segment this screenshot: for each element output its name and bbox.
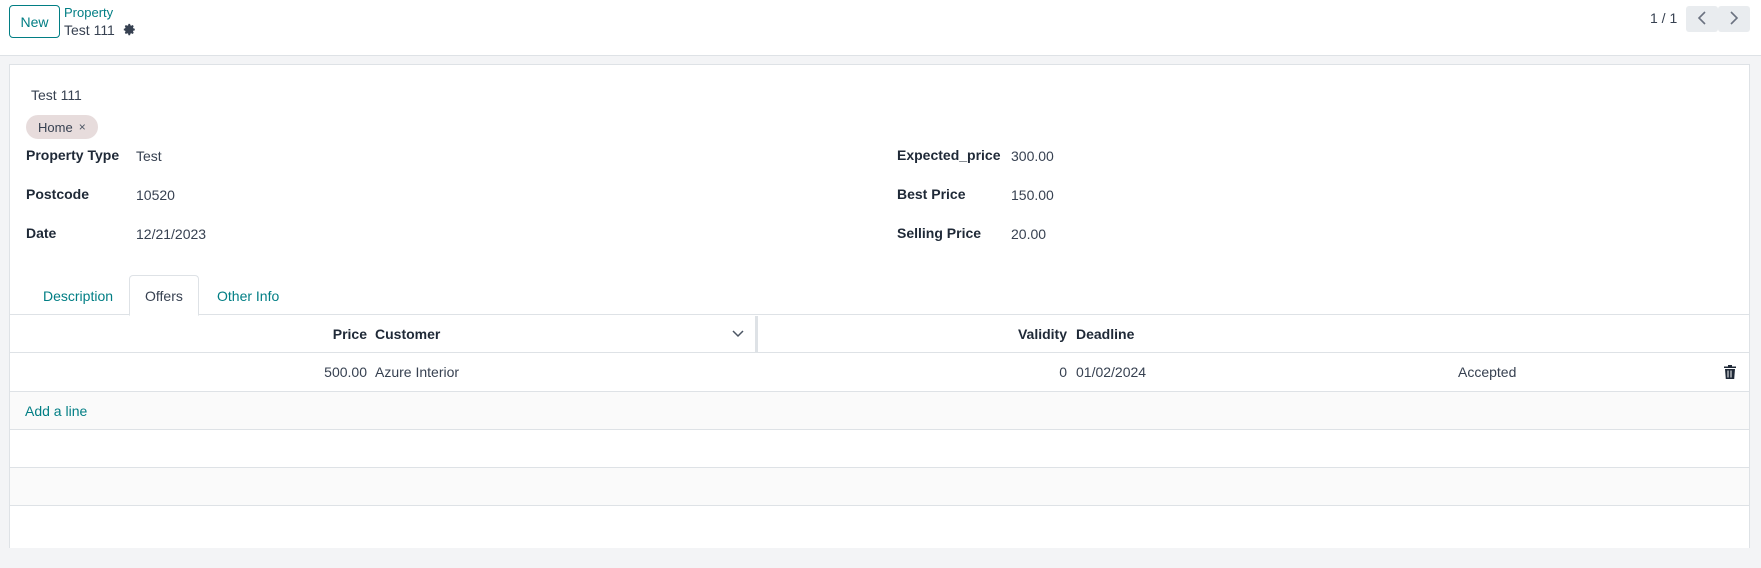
best-price-value[interactable]: 150.00 [1011,187,1054,203]
breadcrumb-current: Test 111 [64,22,137,38]
chevron-left-icon [1697,10,1707,28]
offer-customer: Azure Interior [375,364,460,380]
tab-offers[interactable]: Offers [129,275,199,316]
control-panel: New Property Test 111 1 / 1 [0,0,1761,56]
column-header-customer[interactable]: Customer [375,316,675,352]
trash-icon [1724,365,1738,379]
chevron-down-icon[interactable] [732,316,748,352]
offer-validity: 0 [1059,364,1067,380]
tab-description[interactable]: Description [28,275,128,316]
empty-row [10,468,1749,506]
tag-home[interactable]: Home × [26,115,98,139]
offer-price: 500.00 [324,364,367,380]
add-line-link[interactable]: Add a line [25,392,225,429]
record-name[interactable]: Test 111 [31,87,82,103]
empty-row [10,430,1749,468]
new-button[interactable]: New [9,5,60,38]
add-line-row: Add a line [10,392,1749,430]
property-type-value[interactable]: Test [136,148,162,164]
best-price-label: Best Price [897,186,966,202]
delete-row-button[interactable] [1724,353,1740,391]
column-header-price[interactable]: Price [10,316,367,352]
expected-price-label: Expected_price [897,147,1001,163]
expected-price-value[interactable]: 300.00 [1011,148,1054,164]
selling-price-label: Selling Price [897,225,982,241]
gear-icon[interactable] [123,23,137,37]
property-type-label: Property Type [26,147,120,163]
pager-value[interactable]: 1 / 1 [1650,10,1677,26]
postcode-label: Postcode [26,186,90,202]
breadcrumb-parent[interactable]: Property [64,5,113,20]
offer-deadline: 01/02/2024 [1076,364,1147,380]
table-header: Price Customer Validity Deadline [10,316,1749,353]
table-row[interactable]: 500.00 Azure Interior 0 01/02/2024 Accep… [10,353,1749,392]
column-header-validity[interactable]: Validity [760,316,1067,352]
date-label: Date [26,225,57,241]
tab-other-info[interactable]: Other Info [202,275,294,316]
breadcrumb-current-label: Test 111 [64,22,115,38]
form-sheet: Test 111 Home × Property Type Test Postc… [9,64,1750,548]
chevron-right-icon [1729,10,1739,28]
column-header-deadline[interactable]: Deadline [1076,316,1276,352]
empty-row [10,506,1749,548]
pager-next-button[interactable] [1718,6,1750,32]
postcode-value[interactable]: 10520 [136,187,175,203]
column-resize-handle[interactable] [755,316,758,352]
offer-status: Accepted [1458,364,1517,380]
tag-remove-icon[interactable]: × [79,120,86,134]
tabs-bar: Description Offers Other Info [10,271,1749,316]
tag-label: Home [38,119,73,135]
selling-price-value[interactable]: 20.00 [1011,226,1046,242]
pager-previous-button[interactable] [1686,6,1718,32]
date-value[interactable]: 12/21/2023 [136,226,206,242]
